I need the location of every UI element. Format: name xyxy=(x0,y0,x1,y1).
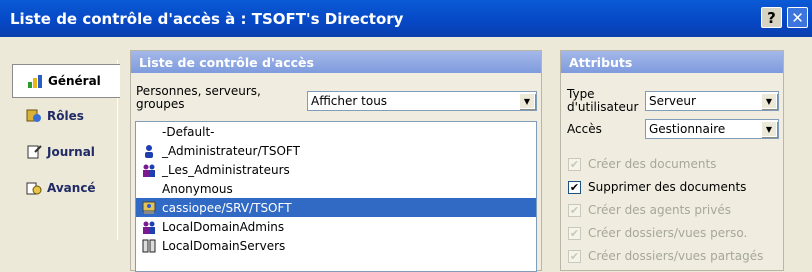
access-value: Gestionnaire xyxy=(649,122,726,136)
list-item-selected[interactable]: cassiopee/SRV/TSOFT xyxy=(136,198,536,217)
nav-item-advanced[interactable]: Avancé xyxy=(12,170,117,206)
acl-panel: Liste de contrôle d'accès Personnes, ser… xyxy=(130,50,542,272)
filter-label: Personnes, serveurs, groupes xyxy=(136,84,261,111)
general-icon xyxy=(27,73,43,89)
checkbox: ✔ xyxy=(568,226,581,240)
list-item[interactable]: _Administrateur/TSOFT xyxy=(136,141,536,160)
nav-label: Rôles xyxy=(47,109,84,123)
chevron-down-icon[interactable]: ▼ xyxy=(761,121,777,137)
checkbox[interactable]: ✔ xyxy=(568,180,581,194)
left-nav: Général Rôles Journal Avancé xyxy=(12,60,120,240)
list-item[interactable]: Anonymous xyxy=(136,179,536,198)
help-button[interactable]: ? xyxy=(761,7,782,28)
filter-value: Afficher tous xyxy=(311,94,388,108)
user-type-value: Serveur xyxy=(649,94,696,108)
option-create-personal-folders: ✔ Créer dossiers/vues perso. xyxy=(568,226,748,240)
option-create-shared-folders: ✔ Créer dossiers/vues partagés xyxy=(568,249,764,263)
acl-panel-header: Liste de contrôle d'accès xyxy=(131,51,541,73)
option-create-private-agents: ✔ Créer des agents privés xyxy=(568,203,731,217)
group-icon xyxy=(142,163,156,177)
filter-dropdown[interactable]: Afficher tous ▼ xyxy=(307,91,537,111)
checkbox: ✔ xyxy=(568,203,581,217)
advanced-icon xyxy=(26,180,42,196)
list-item[interactable]: LocalDomainAdmins xyxy=(136,217,536,236)
list-item[interactable]: LocalDomainServers xyxy=(136,236,536,255)
checkbox: ✔ xyxy=(568,157,581,171)
server-group-icon xyxy=(142,239,156,253)
nav-label: Général xyxy=(48,74,101,88)
attributes-panel: Attributs Type d'utilisateur Serveur ▼ A… xyxy=(560,50,784,271)
nav-label: Journal xyxy=(47,145,95,159)
nav-item-journal[interactable]: Journal xyxy=(12,134,117,170)
roles-icon xyxy=(26,108,42,124)
user-type-dropdown[interactable]: Serveur ▼ xyxy=(645,91,779,111)
journal-icon xyxy=(26,144,42,160)
window-title: Liste de contrôle d'accès à : TSOFT's Di… xyxy=(10,9,404,28)
list-item[interactable]: _Les_Administrateurs xyxy=(136,160,536,179)
nav-item-general[interactable]: Général xyxy=(12,64,120,98)
option-create-documents: ✔ Créer des documents xyxy=(568,157,717,171)
acl-list[interactable]: -Default- _Administrateur/TSOFT _Les_Adm… xyxy=(135,121,537,272)
access-label: Accès xyxy=(567,122,602,136)
person-icon xyxy=(142,144,156,158)
list-item[interactable]: -Default- xyxy=(136,122,536,141)
title-bar: Liste de contrôle d'accès à : TSOFT's Di… xyxy=(0,0,812,37)
chevron-down-icon[interactable]: ▼ xyxy=(519,93,535,109)
nav-label: Avancé xyxy=(47,181,96,195)
access-dropdown[interactable]: Gestionnaire ▼ xyxy=(645,119,779,139)
server-icon xyxy=(142,201,156,215)
checkbox: ✔ xyxy=(568,249,581,263)
attributes-panel-header: Attributs xyxy=(561,51,783,73)
option-delete-documents[interactable]: ✔ Supprimer des documents xyxy=(568,180,746,194)
nav-item-roles[interactable]: Rôles xyxy=(12,98,117,134)
group-icon xyxy=(142,220,156,234)
chevron-down-icon[interactable]: ▼ xyxy=(761,93,777,109)
user-type-label: Type d'utilisateur xyxy=(567,87,639,114)
close-button[interactable]: ✕ xyxy=(787,7,808,28)
